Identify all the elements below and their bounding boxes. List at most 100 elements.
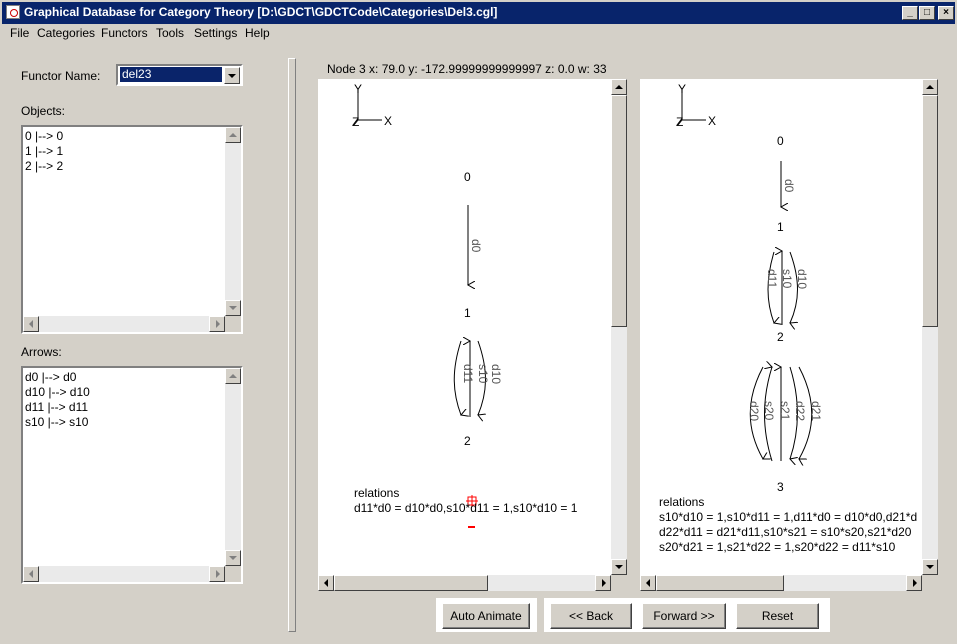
scroll-thumb[interactable]: [334, 575, 488, 591]
menu-settings[interactable]: Settings: [194, 26, 237, 40]
relations-title: relations: [354, 486, 400, 500]
arrows-vscroll[interactable]: [225, 368, 241, 566]
axis-z-label: Z: [676, 115, 683, 129]
menu-tools[interactable]: Tools: [156, 26, 184, 40]
chevron-down-icon[interactable]: [224, 67, 240, 84]
scroll-up-icon[interactable]: [922, 79, 938, 95]
arrow-label-d11: d11: [765, 269, 779, 288]
node-1[interactable]: 1: [777, 220, 784, 234]
auto-animate-button[interactable]: Auto Animate: [442, 603, 530, 629]
node-3[interactable]: 3: [777, 480, 784, 494]
maximize-button[interactable]: □: [919, 6, 935, 20]
arrow-label-s10: s10: [476, 364, 490, 384]
relations-left: relations d11*d0 = d10*d0,s10*d11 = 1,s1…: [354, 486, 624, 516]
menu-help[interactable]: Help: [245, 26, 270, 40]
node-status: Node 3 x: 79.0 y: -172.99999999999997 z:…: [327, 62, 607, 76]
functor-name-combo[interactable]: del23: [116, 64, 243, 86]
objects-label: Objects:: [21, 104, 66, 118]
list-item[interactable]: 0 |--> 0: [25, 129, 63, 144]
left-pane-vscroll[interactable]: [611, 79, 627, 575]
arrow-d11[interactable]: [453, 340, 461, 415]
relations-line: s20*d21 = 1,s21*d22 = 1,s20*d22 = d11*s1…: [659, 540, 896, 554]
menu-categories[interactable]: Categories: [37, 26, 95, 40]
relations-title: relations: [659, 495, 705, 509]
scroll-thumb[interactable]: [656, 575, 784, 591]
arrow-label-s20: s20: [762, 401, 776, 421]
scroll-left-icon[interactable]: [640, 575, 656, 591]
axis-x-label: X: [708, 114, 716, 128]
list-item[interactable]: 2 |--> 2: [25, 159, 63, 174]
arrow-label-d0: d0: [782, 179, 796, 193]
scroll-down-icon[interactable]: [611, 559, 627, 575]
scroll-right-icon[interactable]: [209, 566, 225, 582]
node-2[interactable]: 2: [464, 434, 471, 448]
scroll-left-icon[interactable]: [23, 566, 39, 582]
scroll-right-icon[interactable]: [209, 316, 225, 332]
relations-line: d22*d11 = d21*d11,s10*s21 = s10*s20,s21*…: [659, 525, 912, 539]
axis-y-label: Y: [678, 82, 686, 96]
scroll-down-icon[interactable]: [225, 300, 241, 316]
scroll-up-icon[interactable]: [225, 368, 241, 384]
arrow-label-s10: s10: [780, 269, 794, 289]
scroll-right-icon[interactable]: [595, 575, 611, 591]
axis-gizmo: Y X Z: [676, 82, 716, 129]
arrow-label-d10: d10: [795, 269, 809, 289]
menu-bar: File Categories Functors Tools Settings …: [2, 24, 955, 42]
arrow-label-d20: d20: [747, 401, 761, 421]
axis-gizmo: Y X Z: [352, 82, 392, 129]
scroll-down-icon[interactable]: [225, 550, 241, 566]
scroll-up-icon[interactable]: [225, 127, 241, 143]
reset-button[interactable]: Reset: [736, 603, 819, 629]
list-item[interactable]: d10 |--> d10: [25, 385, 90, 400]
scroll-up-icon[interactable]: [611, 79, 627, 95]
canvas-pane-left[interactable]: Y X Z 0 1 2 d0 d11 s10 d10 relations d11…: [318, 79, 627, 591]
arrow-label-d21: d21: [809, 401, 823, 421]
arrow-label-s21: s21: [778, 401, 792, 421]
arrow-label-d10: d10: [489, 364, 503, 384]
menu-functors[interactable]: Functors: [101, 26, 148, 40]
arrows-hscroll[interactable]: [23, 566, 225, 582]
scroll-left-icon[interactable]: [318, 575, 334, 591]
list-item[interactable]: s10 |--> s10: [25, 415, 90, 430]
functor-name-label: Functor Name:: [21, 69, 101, 83]
relations-right: relations s10*d10 = 1,s10*d11 = 1,d11*d0…: [659, 495, 926, 555]
list-item[interactable]: d0 |--> d0: [25, 370, 90, 385]
node-0[interactable]: 0: [464, 170, 471, 184]
objects-hscroll[interactable]: [23, 316, 225, 332]
arrow-label-d0: d0: [469, 239, 483, 253]
axis-z-label: Z: [352, 115, 359, 129]
back-button[interactable]: << Back: [550, 603, 632, 629]
panel-splitter[interactable]: [288, 58, 296, 632]
axis-y-label: Y: [354, 82, 362, 96]
right-pane-hscroll[interactable]: [640, 575, 922, 591]
scroll-left-icon[interactable]: [23, 316, 39, 332]
arrows-label: Arrows:: [21, 345, 62, 359]
canvas-pane-right[interactable]: Y X Z 0 1 2 3 d0 d11 s10 d10 d20 s20 s21…: [640, 79, 938, 591]
arrow-label-d11: d11: [461, 364, 475, 383]
minimize-button[interactable]: _: [902, 6, 918, 20]
forward-button[interactable]: Forward >>: [642, 603, 726, 629]
right-pane-vscroll[interactable]: [922, 79, 938, 575]
relations-line: d11*d0 = d10*d0,s10*d11 = 1,s10*d10 = 1: [354, 501, 578, 515]
window-title: Graphical Database for Category Theory […: [24, 5, 498, 19]
title-bar: Graphical Database for Category Theory […: [0, 0, 957, 24]
node-2[interactable]: 2: [777, 330, 784, 344]
functor-name-value: del23: [120, 67, 222, 82]
scroll-thumb[interactable]: [922, 95, 938, 327]
scroll-down-icon[interactable]: [922, 559, 938, 575]
arrows-list[interactable]: d0 |--> d0 d10 |--> d10 d11 |--> d11 s10…: [21, 366, 243, 584]
node-0[interactable]: 0: [777, 134, 784, 148]
arrow-label-d22: d22: [793, 401, 807, 421]
list-item[interactable]: 1 |--> 1: [25, 144, 63, 159]
objects-vscroll[interactable]: [225, 127, 241, 316]
axis-x-label: X: [384, 114, 392, 128]
scroll-thumb[interactable]: [611, 95, 627, 327]
scroll-right-icon[interactable]: [906, 575, 922, 591]
menu-file[interactable]: File: [10, 26, 29, 40]
node-1[interactable]: 1: [464, 306, 471, 320]
relations-line: s10*d10 = 1,s10*d11 = 1,d11*d0 = d10*d0,…: [659, 510, 918, 524]
objects-list[interactable]: 0 |--> 0 1 |--> 1 2 |--> 2: [21, 125, 243, 334]
list-item[interactable]: d11 |--> d11: [25, 400, 90, 415]
left-pane-hscroll[interactable]: [318, 575, 611, 591]
close-button[interactable]: ×: [938, 6, 954, 20]
